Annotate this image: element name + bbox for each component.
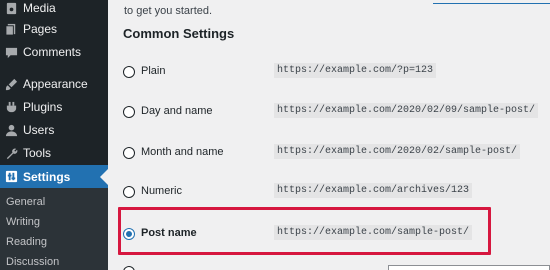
settings-submenu: General Writing Reading Discussion: [0, 188, 108, 270]
media-icon: [4, 1, 18, 15]
example-url: https://example.com/sample-post/: [274, 225, 473, 240]
section-title: Common Settings: [123, 26, 235, 41]
sidebar-item-label: Settings: [23, 169, 71, 184]
sidebar-item-label: Tools: [23, 146, 52, 160]
custom-structure-input[interactable]: [388, 265, 550, 270]
wordpress-admin: Media Pages Comments Appearance Plugins: [0, 0, 550, 270]
example-url: https://example.com/?p=123: [274, 63, 437, 78]
active-menu-arrow: [100, 168, 108, 185]
users-icon: [4, 123, 18, 137]
option-label[interactable]: Month and name: [141, 146, 224, 158]
permalink-option-plain: Plain https://example.com/?p=123: [108, 60, 550, 84]
comments-icon: [4, 45, 18, 59]
sidebar-item-label: Users: [23, 123, 55, 137]
radio-day-and-name[interactable]: [123, 106, 135, 118]
submenu-item-writing[interactable]: Writing: [6, 216, 40, 228]
radio-custom-structure[interactable]: [123, 266, 135, 270]
permalink-option-month-and-name: Month and name https://example.com/2020/…: [108, 141, 550, 165]
sidebar-item-media[interactable]: Media: [0, 0, 108, 19]
sidebar-item-label: Comments: [23, 45, 82, 59]
sidebar-item-appearance[interactable]: Appearance: [0, 73, 108, 95]
option-label[interactable]: Day and name: [141, 105, 213, 117]
sidebar-item-plugins[interactable]: Plugins: [0, 96, 108, 118]
sidebar-item-tools[interactable]: Tools: [0, 142, 108, 164]
option-label[interactable]: Numeric: [141, 185, 182, 197]
option-label[interactable]: Post name: [141, 227, 197, 239]
submenu-item-discussion[interactable]: Discussion: [6, 256, 59, 268]
radio-post-name[interactable]: [123, 228, 135, 240]
submenu-item-general[interactable]: General: [6, 196, 45, 208]
sidebar-item-label: Appearance: [23, 77, 88, 91]
sidebar-item-settings[interactable]: Settings: [0, 165, 108, 188]
sidebar-item-label: Media: [23, 1, 56, 15]
main-content: to get you started. Common Settings Plai…: [108, 0, 550, 270]
appearance-icon: [4, 77, 18, 91]
example-url: https://example.com/2020/02/09/sample-po…: [274, 103, 539, 118]
radio-plain[interactable]: [123, 66, 135, 78]
pages-icon: [4, 22, 18, 36]
radio-numeric[interactable]: [123, 186, 135, 198]
example-url: https://example.com/2020/02/sample-post/: [274, 144, 521, 159]
permalink-option-day-and-name: Day and name https://example.com/2020/02…: [108, 100, 550, 124]
intro-text: to get you started.: [124, 5, 213, 17]
radio-month-and-name[interactable]: [123, 147, 135, 159]
sidebar-item-label: Plugins: [23, 100, 63, 114]
sidebar-item-comments[interactable]: Comments: [0, 41, 108, 63]
example-url: https://example.com/archives/123: [274, 183, 473, 198]
permalink-option-numeric: Numeric https://example.com/archives/123: [108, 180, 550, 204]
sidebar-item-users[interactable]: Users: [0, 119, 108, 141]
permalink-option-post-name: Post name https://example.com/sample-pos…: [108, 222, 550, 246]
sidebar-item-pages[interactable]: Pages: [0, 18, 108, 40]
intro-link-underline[interactable]: [433, 0, 550, 4]
admin-sidebar: Media Pages Comments Appearance Plugins: [0, 0, 108, 270]
sidebar-item-label: Pages: [23, 22, 58, 36]
tools-icon: [4, 146, 18, 160]
settings-icon: [4, 170, 18, 184]
option-label[interactable]: Plain: [141, 65, 165, 77]
submenu-item-reading[interactable]: Reading: [6, 236, 47, 248]
plugins-icon: [4, 100, 18, 114]
